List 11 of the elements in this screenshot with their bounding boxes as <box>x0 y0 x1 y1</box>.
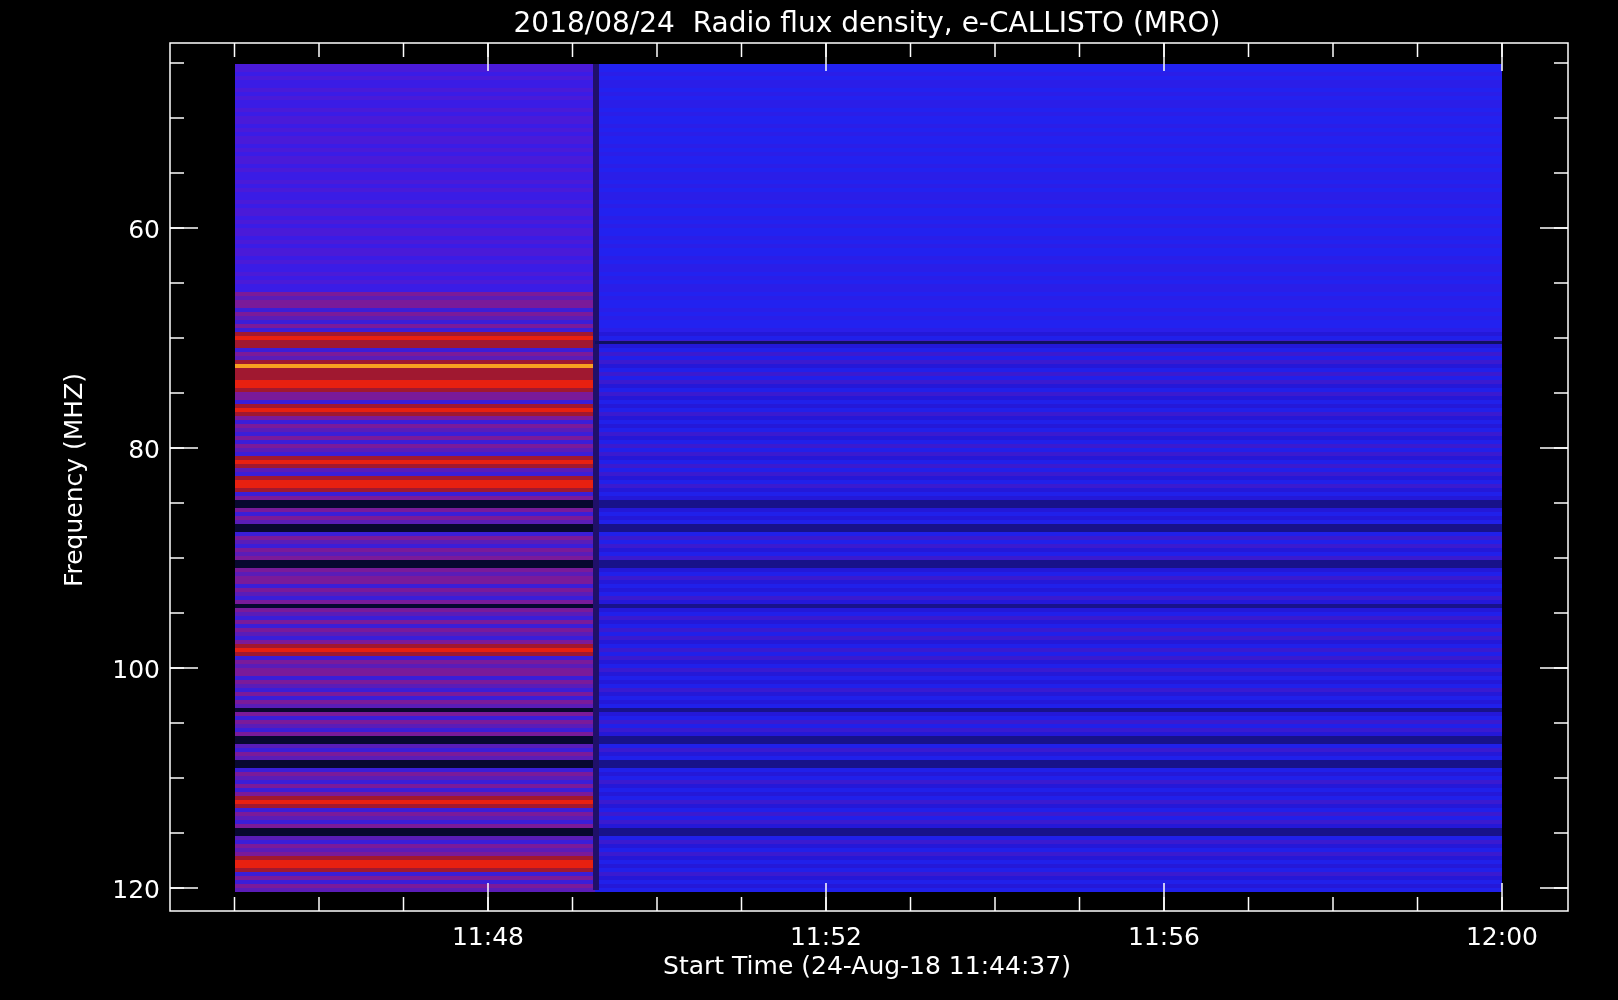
y-tick-label: 80 <box>128 435 160 464</box>
x-tick-label: 11:56 <box>1128 922 1200 951</box>
y-tick-label: 100 <box>112 655 160 684</box>
x-axis-label: Start Time (24-Aug-18 11:44:37) <box>663 951 1071 980</box>
y-axis-label: Frequency (MHZ) <box>59 372 88 588</box>
y-tick-label: 120 <box>112 875 160 904</box>
y-tick-label: 60 <box>128 215 160 244</box>
x-tick-label: 11:48 <box>452 922 524 951</box>
chart-title: 2018/08/24 Radio flux density, e-CALLISTO (MRO) <box>513 6 1221 39</box>
x-tick-label: 11:52 <box>790 922 862 951</box>
x-tick-label: 12:00 <box>1466 922 1538 951</box>
